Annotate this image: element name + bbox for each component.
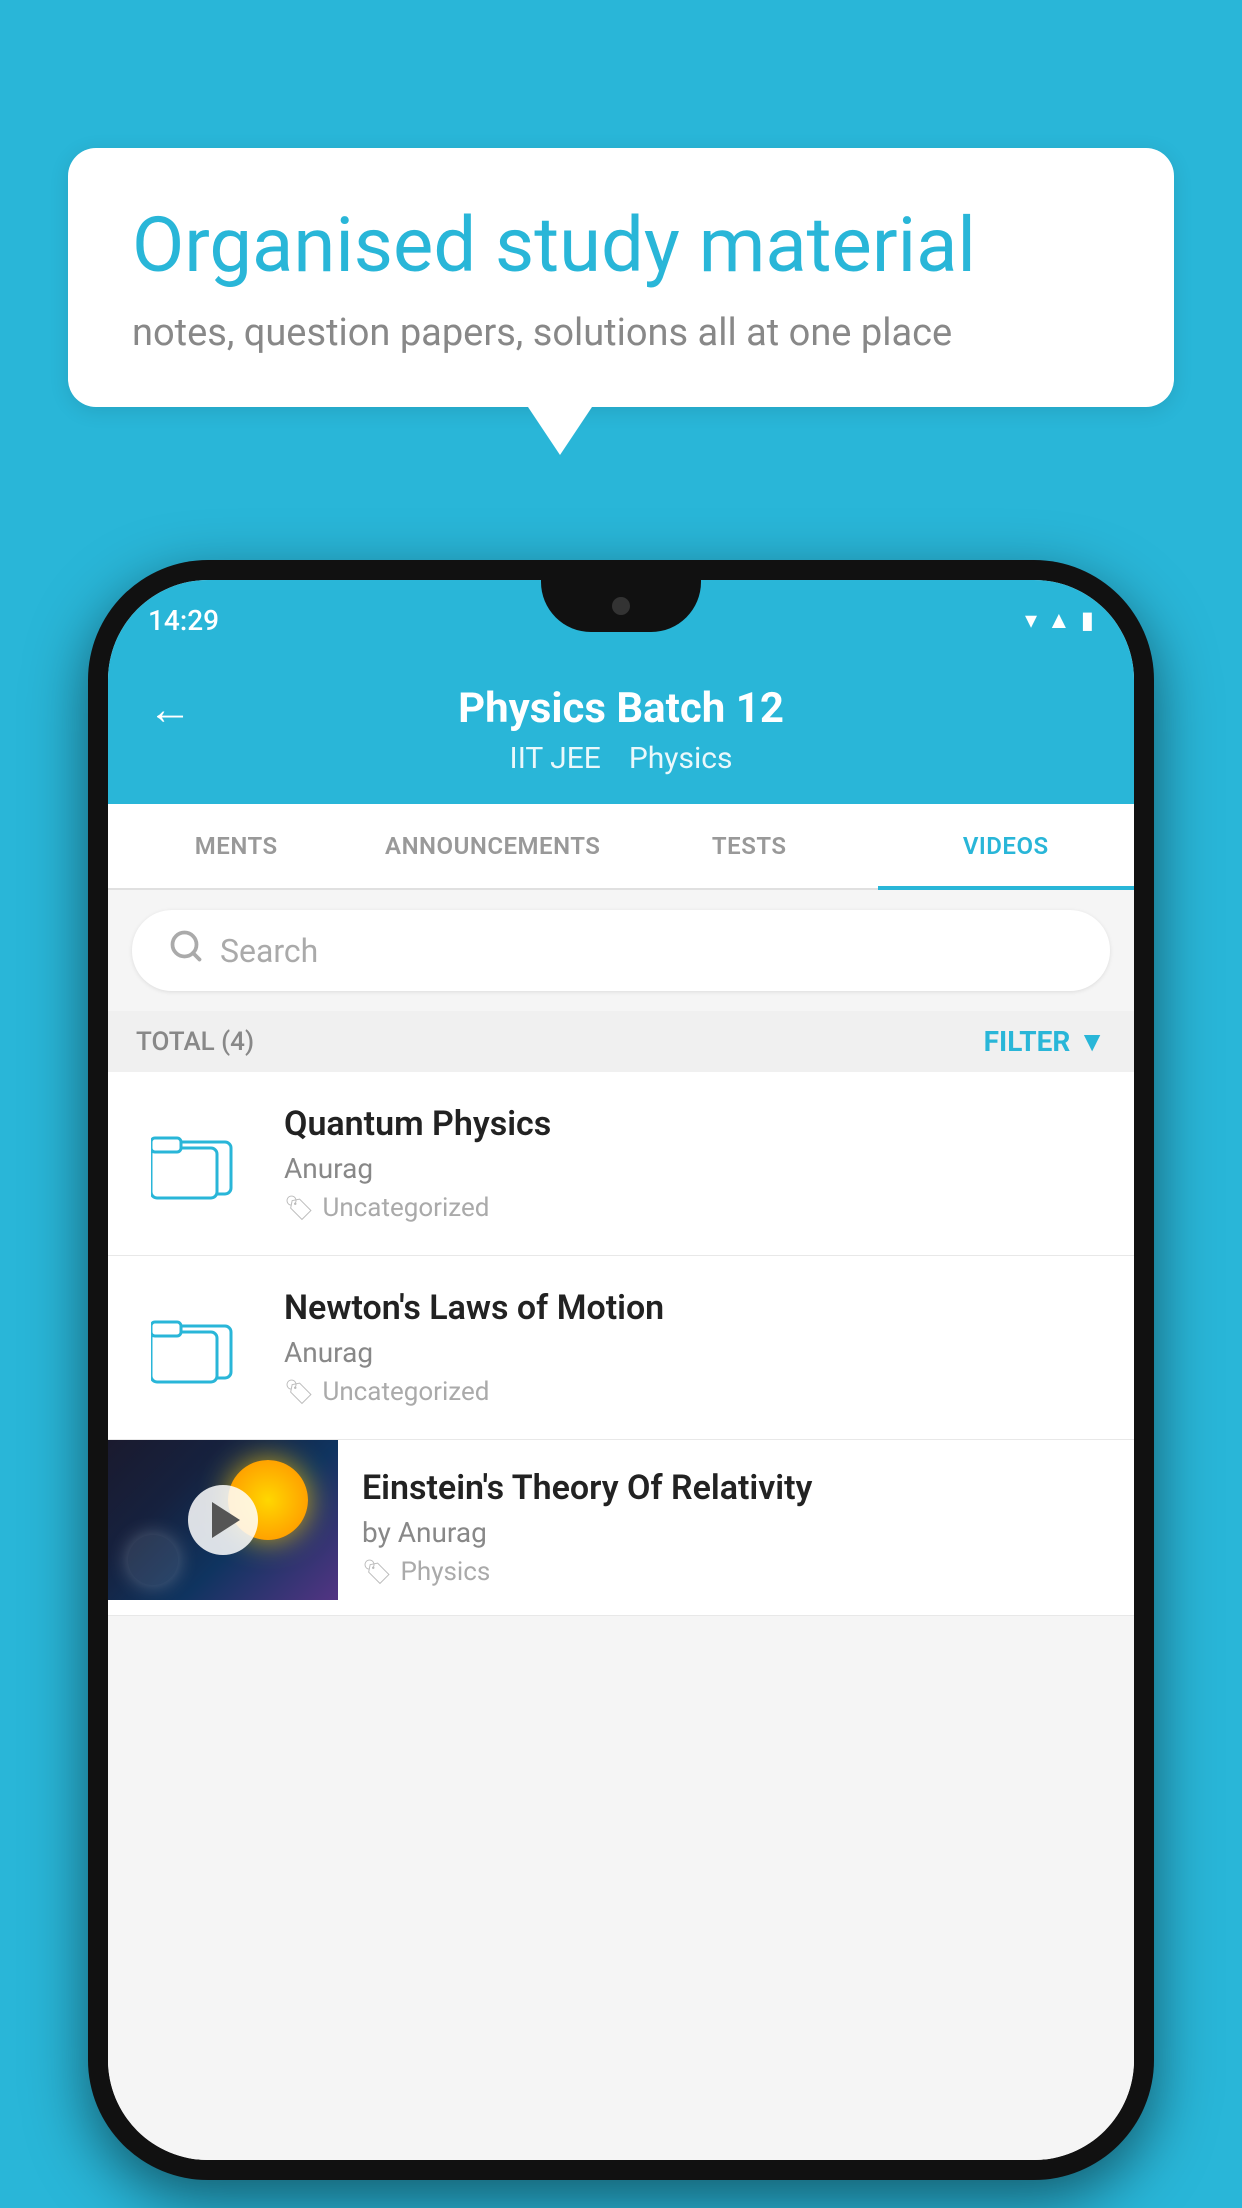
list-item[interactable]: Quantum Physics Anurag 🏷 Uncategorized	[108, 1072, 1134, 1256]
signal-icon: ▲	[1047, 606, 1071, 635]
video-list: Quantum Physics Anurag 🏷 Uncategorized	[108, 1072, 1134, 1616]
phone-inner: 14:29 ▾ ▲ ▮ ← Physics Batch 12 IIT JEE P…	[108, 580, 1134, 2160]
speech-bubble-tail	[528, 407, 592, 455]
einstein-tag: 🏷 Physics	[362, 1557, 1106, 1587]
tag-icon-1: 🏷	[284, 1194, 314, 1222]
einstein-title: Einstein's Theory Of Relativity	[362, 1468, 1106, 1508]
tag-label-2: Uncategorized	[322, 1377, 489, 1407]
search-bar[interactable]: Search	[132, 910, 1110, 991]
einstein-thumbnail	[108, 1440, 338, 1600]
play-button[interactable]	[188, 1485, 258, 1555]
filter-label: FILTER	[984, 1025, 1071, 1058]
tag-icon-3: 🏷	[362, 1558, 392, 1586]
tag-icon-2: 🏷	[284, 1378, 314, 1406]
back-button[interactable]: ←	[148, 683, 192, 735]
speech-bubble-card: Organised study material notes, question…	[68, 148, 1174, 455]
video-tag-2: 🏷 Uncategorized	[284, 1377, 1106, 1407]
tabs-bar: MENTS ANNOUNCEMENTS TESTS VIDEOS	[108, 804, 1134, 890]
einstein-author: by Anurag	[362, 1516, 1106, 1549]
search-icon	[168, 928, 204, 973]
tab-announcements[interactable]: ANNOUNCEMENTS	[365, 804, 622, 888]
play-icon	[212, 1502, 240, 1538]
header-subtitle-left: IIT JEE	[510, 741, 601, 776]
status-time: 14:29	[148, 604, 219, 637]
speech-bubble: Organised study material notes, question…	[68, 148, 1174, 407]
tab-ments[interactable]: MENTS	[108, 804, 365, 888]
header-row: ← Physics Batch 12	[148, 684, 1094, 733]
screen-content: Search TOTAL (4) FILTER ▼	[108, 890, 1134, 2160]
status-bar: 14:29 ▾ ▲ ▮	[108, 580, 1134, 660]
header-title: Physics Batch 12	[458, 684, 784, 733]
tab-videos[interactable]: VIDEOS	[878, 804, 1135, 888]
video-author-1: Anurag	[284, 1152, 1106, 1185]
list-item[interactable]: Newton's Laws of Motion Anurag 🏷 Uncateg…	[108, 1256, 1134, 1440]
bubble-subtitle: notes, question papers, solutions all at…	[132, 311, 1110, 355]
video-folder-thumb-2	[136, 1303, 256, 1393]
bubble-title: Organised study material	[132, 200, 1110, 291]
header-subtitle-right: Physics	[629, 741, 733, 776]
tab-tests[interactable]: TESTS	[621, 804, 878, 888]
video-title-2: Newton's Laws of Motion	[284, 1288, 1106, 1328]
battery-icon: ▮	[1081, 606, 1094, 634]
list-item[interactable]: Einstein's Theory Of Relativity by Anura…	[108, 1440, 1134, 1616]
tag-label-1: Uncategorized	[322, 1193, 489, 1223]
video-tag-1: 🏷 Uncategorized	[284, 1193, 1106, 1223]
status-icons: ▾ ▲ ▮	[1025, 606, 1094, 635]
video-info-2: Newton's Laws of Motion Anurag 🏷 Uncateg…	[284, 1288, 1106, 1407]
video-folder-thumb-1	[136, 1119, 256, 1209]
total-label: TOTAL (4)	[136, 1027, 254, 1057]
einstein-info: Einstein's Theory Of Relativity by Anura…	[338, 1440, 1106, 1615]
tag-label-3: Physics	[400, 1557, 490, 1587]
filter-button[interactable]: FILTER ▼	[984, 1025, 1106, 1058]
filter-icon: ▼	[1078, 1025, 1106, 1058]
video-info-1: Quantum Physics Anurag 🏷 Uncategorized	[284, 1104, 1106, 1223]
phone-frame: 14:29 ▾ ▲ ▮ ← Physics Batch 12 IIT JEE P…	[88, 560, 1154, 2180]
app-header: ← Physics Batch 12 IIT JEE Physics	[108, 660, 1134, 804]
search-placeholder: Search	[220, 932, 318, 970]
camera-dot	[612, 597, 630, 615]
notch	[541, 580, 701, 632]
video-author-2: Anurag	[284, 1336, 1106, 1369]
header-subtitle: IIT JEE Physics	[510, 741, 733, 776]
wifi-icon: ▾	[1025, 606, 1037, 634]
video-title-1: Quantum Physics	[284, 1104, 1106, 1144]
filter-row: TOTAL (4) FILTER ▼	[108, 1011, 1134, 1072]
